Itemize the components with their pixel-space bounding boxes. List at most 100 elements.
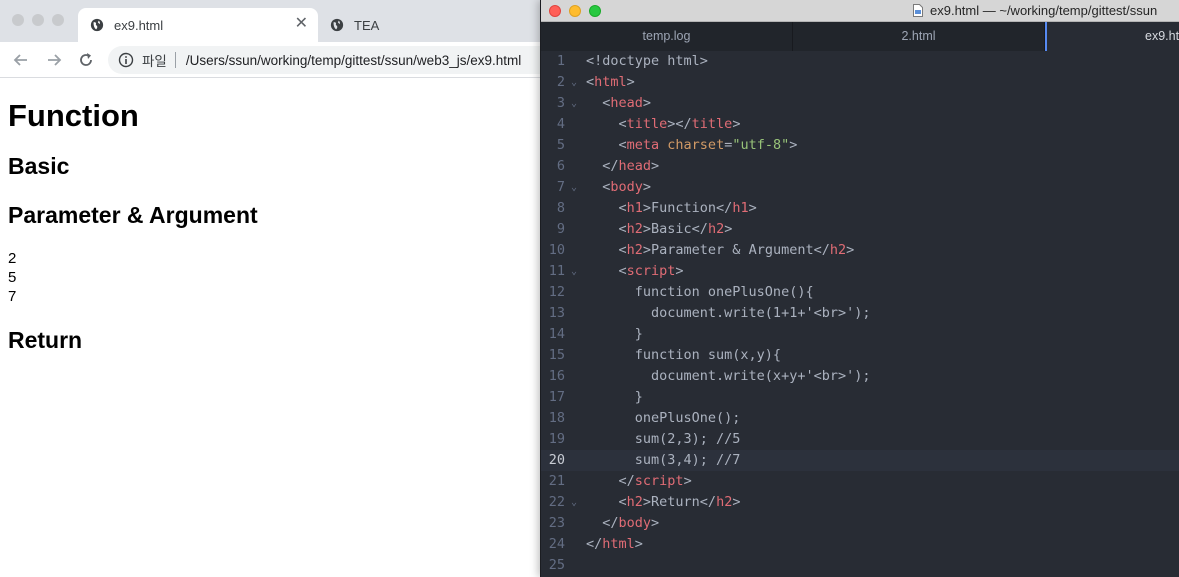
code-line[interactable]: 10 <h2>Parameter & Argument</h2> <box>541 240 1179 261</box>
editor-title-bar: ex9.html — ~/working/temp/gittest/ssun <box>541 0 1179 22</box>
code-text[interactable]: <h2>Parameter & Argument</h2> <box>586 240 855 261</box>
code-line[interactable]: 1 <!doctype html> <box>541 51 1179 72</box>
line-number: 22 <box>548 494 565 510</box>
info-icon[interactable] <box>118 52 134 68</box>
code-line[interactable]: 3 ⌄ <head> <box>541 93 1179 114</box>
fold-chevron-icon[interactable]: ⌄ <box>571 93 577 114</box>
browser-minimize-light[interactable] <box>32 14 44 26</box>
address-separator <box>174 52 176 68</box>
code-line[interactable]: 16 document.write(x+y+'<br>'); <box>541 366 1179 387</box>
line-number: 16 <box>548 368 565 384</box>
code-line[interactable]: 4 <title></title> <box>541 114 1179 135</box>
code-text[interactable]: } <box>586 324 643 345</box>
code-text[interactable]: document.write(x+y+'<br>'); <box>586 366 870 387</box>
code-text[interactable]: onePlusOne(); <box>586 408 741 429</box>
code-line[interactable]: 20 sum(3,4); //7 <box>541 450 1179 471</box>
close-tab-icon[interactable]: ✕ <box>295 16 308 32</box>
forward-arrow-icon[interactable] <box>45 51 63 69</box>
code-line[interactable]: 15 function sum(x,y){ <box>541 345 1179 366</box>
code-text[interactable]: <meta charset="utf-8"> <box>586 135 798 156</box>
address-bar[interactable]: 파일 /Users/ssun/working/temp/gittest/ssun… <box>108 46 560 74</box>
code-editor[interactable]: 1 <!doctype html> 2 ⌄ <html> 3 ⌄ <head> 4 <titl… <box>541 51 1179 577</box>
code-line[interactable]: 7 ⌄ <body> <box>541 177 1179 198</box>
code-text[interactable]: </head> <box>586 156 659 177</box>
code-text[interactable]: <!doctype html> <box>586 51 708 72</box>
line-number: 13 <box>548 305 565 321</box>
editor-tab[interactable]: temp.log <box>541 22 793 51</box>
code-text[interactable]: </script> <box>586 471 692 492</box>
code-text[interactable]: <html> <box>586 72 635 93</box>
heading-basic: Basic <box>8 153 70 179</box>
page-content: Function Basic Parameter & Argument 2 5 … <box>8 78 548 354</box>
code-line[interactable]: 12 function onePlusOne(){ <box>541 282 1179 303</box>
code-text[interactable]: </html> <box>586 534 643 555</box>
code-line[interactable]: 17 } <box>541 387 1179 408</box>
code-text[interactable]: <h1>Function</h1> <box>586 198 757 219</box>
line-number: 21 <box>548 473 565 489</box>
fold-chevron-icon[interactable]: ⌄ <box>571 261 577 282</box>
heading-return: Return <box>8 327 83 353</box>
line-number: 25 <box>548 557 565 573</box>
editor-tab-bar: temp.log 2.html ex9.html <box>541 22 1179 51</box>
line-number: 18 <box>548 410 565 426</box>
code-text[interactable]: </body> <box>586 513 659 534</box>
file-icon <box>913 4 923 17</box>
line-number: 23 <box>548 515 565 531</box>
code-line[interactable]: 25 <box>541 555 1179 576</box>
code-line[interactable]: 22 ⌄ <h2>Return</h2> <box>541 492 1179 513</box>
code-line[interactable]: 5 <meta charset="utf-8"> <box>541 135 1179 156</box>
code-text[interactable]: function onePlusOne(){ <box>586 282 814 303</box>
code-line[interactable]: 8 <h1>Function</h1> <box>541 198 1179 219</box>
code-line[interactable]: 19 sum(2,3); //5 <box>541 429 1179 450</box>
fold-chevron-icon[interactable]: ⌄ <box>571 72 577 93</box>
browser-window: ex9.html ✕ TEA 파일 /Users/ssun/working/te… <box>0 0 560 577</box>
code-line[interactable]: 14 } <box>541 324 1179 345</box>
code-line[interactable]: 23 </body> <box>541 513 1179 534</box>
code-text[interactable]: document.write(1+1+'<br>'); <box>586 303 870 324</box>
output-line: 2 <box>8 250 17 267</box>
back-arrow-icon[interactable] <box>12 51 30 69</box>
code-line[interactable]: 18 onePlusOne(); <box>541 408 1179 429</box>
code-line[interactable]: 13 document.write(1+1+'<br>'); <box>541 303 1179 324</box>
code-line[interactable]: 6 </head> <box>541 156 1179 177</box>
code-text[interactable]: <h2>Basic</h2> <box>586 219 733 240</box>
editor-tab[interactable]: 2.html <box>793 22 1045 51</box>
editor-minimize-light[interactable] <box>569 5 581 17</box>
code-line[interactable]: 2 ⌄ <html> <box>541 72 1179 93</box>
url-text[interactable]: /Users/ssun/working/temp/gittest/ssun/we… <box>186 53 521 68</box>
code-text[interactable]: <h2>Return</h2> <box>586 492 741 513</box>
code-text[interactable]: function sum(x,y){ <box>586 345 781 366</box>
reload-icon[interactable] <box>77 51 95 69</box>
code-text[interactable]: <body> <box>586 177 651 198</box>
code-text[interactable]: <head> <box>586 93 651 114</box>
fold-chevron-icon[interactable]: ⌄ <box>571 492 577 513</box>
code-text[interactable]: <script> <box>586 261 684 282</box>
line-number: 8 <box>556 200 565 216</box>
code-line[interactable]: 24 </html> <box>541 534 1179 555</box>
line-number: 7 <box>556 179 565 195</box>
code-line[interactable]: 9 <h2>Basic</h2> <box>541 219 1179 240</box>
code-text[interactable]: sum(3,4); //7 <box>586 450 741 471</box>
tab-title: TEA <box>354 17 380 33</box>
editor-close-light[interactable] <box>549 5 561 17</box>
fold-chevron-icon[interactable]: ⌄ <box>571 177 577 198</box>
browser-tab-inactive[interactable]: TEA <box>318 8 558 42</box>
code-line[interactable]: 11 ⌄ <script> <box>541 261 1179 282</box>
editor-tab-active[interactable]: ex9.html <box>1045 22 1179 51</box>
editor-zoom-light[interactable] <box>589 5 601 17</box>
code-text[interactable]: sum(2,3); //5 <box>586 429 741 450</box>
line-number: 20 <box>548 452 565 468</box>
browser-tab-active[interactable]: ex9.html ✕ <box>78 8 318 42</box>
code-text[interactable]: <title></title> <box>586 114 741 135</box>
browser-close-light[interactable] <box>12 14 24 26</box>
line-number: 6 <box>556 158 565 174</box>
line-number: 14 <box>548 326 565 342</box>
heading-parameter-argument: Parameter & Argument <box>8 202 258 228</box>
globe-icon <box>90 18 104 32</box>
browser-tab-bar: ex9.html ✕ TEA <box>0 0 560 42</box>
code-text[interactable]: } <box>586 387 643 408</box>
script-output: 2 5 7 <box>8 249 548 306</box>
editor-title-text: ex9.html — ~/working/temp/gittest/ssun <box>930 3 1158 18</box>
code-line[interactable]: 21 </script> <box>541 471 1179 492</box>
browser-zoom-light[interactable] <box>52 14 64 26</box>
